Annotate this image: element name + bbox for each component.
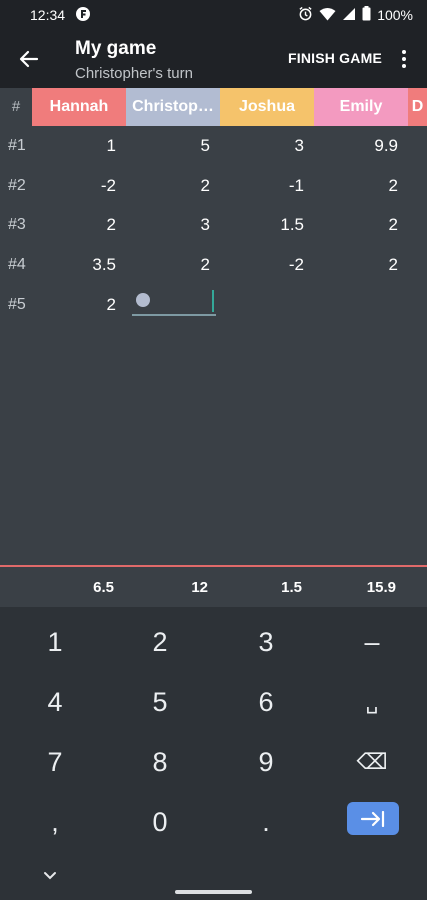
text-handle[interactable]	[136, 293, 150, 307]
signal-icon	[342, 7, 356, 24]
key-1[interactable]: 1	[5, 615, 105, 669]
chevron-down-icon	[44, 871, 56, 879]
total-hannah: 6.5	[93, 578, 114, 596]
key-space[interactable]: ␣	[322, 675, 422, 729]
round-label: #4	[8, 255, 26, 273]
player-header-joshua[interactable]: Joshua	[220, 88, 314, 126]
table-row: #4 3.5 2 -2 2	[0, 245, 427, 285]
round-label: #2	[8, 176, 26, 194]
score-cell[interactable]: 2	[128, 255, 222, 275]
table-row: #1 1 5 3 9.9	[0, 126, 427, 166]
player-header-partial[interactable]: D	[408, 88, 427, 126]
key-period[interactable]: .	[216, 795, 316, 849]
page-title: My game	[75, 38, 157, 59]
battery-icon	[362, 6, 371, 24]
score-cell[interactable]: 2	[34, 295, 128, 315]
score-cell[interactable]: 2	[316, 215, 410, 235]
app-notification-icon	[75, 6, 91, 25]
status-time: 12:34	[30, 7, 66, 23]
wifi-icon	[319, 7, 336, 24]
score-input[interactable]	[132, 290, 216, 316]
round-column-header: #	[11, 98, 21, 115]
numeric-keyboard: 1 2 3 – 4 5 6 ␣ 7 8 9 ⌫ , 0 .	[0, 607, 427, 900]
score-cell[interactable]: 3	[222, 136, 316, 156]
score-cell[interactable]: 1	[34, 136, 128, 156]
score-cell[interactable]: 1.5	[222, 215, 316, 235]
key-8[interactable]: 8	[110, 735, 210, 789]
next-button[interactable]	[347, 802, 399, 835]
key-comma[interactable]: ,	[5, 795, 105, 849]
score-cell[interactable]: 2	[34, 215, 128, 235]
score-cell[interactable]: 2	[128, 176, 222, 196]
text-caret	[212, 290, 214, 312]
table-row: #2 -2 2 -1 2	[0, 166, 427, 206]
back-button[interactable]	[12, 42, 46, 76]
round-label: #3	[8, 216, 26, 234]
arrow-back-icon	[19, 50, 39, 68]
key-2[interactable]: 2	[110, 615, 210, 669]
total-christopher: 12	[191, 578, 208, 596]
key-backspace[interactable]: ⌫	[322, 735, 422, 789]
table-row: #3 2 3 1.5 2	[0, 205, 427, 245]
player-header-row: # Hannah Christop… Joshua Emily D	[0, 88, 427, 126]
player-header-christopher[interactable]: Christop…	[126, 88, 220, 126]
key-0[interactable]: 0	[110, 795, 210, 849]
app-bar: My game Christopher's turn FINISH GAME	[0, 30, 427, 88]
tab-next-icon	[360, 810, 385, 827]
score-cell[interactable]: 9.9	[316, 136, 410, 156]
score-cell[interactable]: -1	[222, 176, 316, 196]
score-cell[interactable]: 3	[128, 215, 222, 235]
battery-percent: 100%	[377, 7, 413, 23]
gesture-nav-handle[interactable]	[175, 890, 252, 894]
alarm-icon	[298, 6, 313, 24]
player-header-hannah[interactable]: Hannah	[32, 88, 126, 126]
player-header-emily[interactable]: Emily	[314, 88, 408, 126]
key-minus[interactable]: –	[322, 615, 422, 669]
key-5[interactable]: 5	[110, 675, 210, 729]
more-options-button[interactable]	[394, 44, 414, 74]
key-7[interactable]: 7	[5, 735, 105, 789]
score-cell[interactable]: 5	[128, 136, 222, 156]
score-cell[interactable]: -2	[222, 255, 316, 275]
page-subtitle: Christopher's turn	[75, 65, 193, 82]
key-4[interactable]: 4	[5, 675, 105, 729]
status-bar: 12:34 100%	[0, 0, 427, 30]
key-6[interactable]: 6	[216, 675, 316, 729]
key-3[interactable]: 3	[216, 615, 316, 669]
finish-game-button[interactable]: FINISH GAME	[288, 50, 382, 66]
total-joshua: 1.5	[281, 578, 302, 596]
total-emily: 15.9	[366, 578, 396, 596]
score-cell[interactable]: 2	[316, 255, 410, 275]
score-cell[interactable]: 2	[316, 176, 410, 196]
score-cell[interactable]: -2	[34, 176, 128, 196]
score-cell[interactable]: 3.5	[34, 255, 128, 275]
round-label: #1	[8, 136, 26, 154]
more-vert-icon	[402, 50, 406, 54]
totals-row: 6.5 12 1.5 15.9	[34, 567, 427, 607]
round-label: #5	[8, 295, 26, 313]
hide-keyboard-button[interactable]	[38, 865, 62, 885]
key-9[interactable]: 9	[216, 735, 316, 789]
